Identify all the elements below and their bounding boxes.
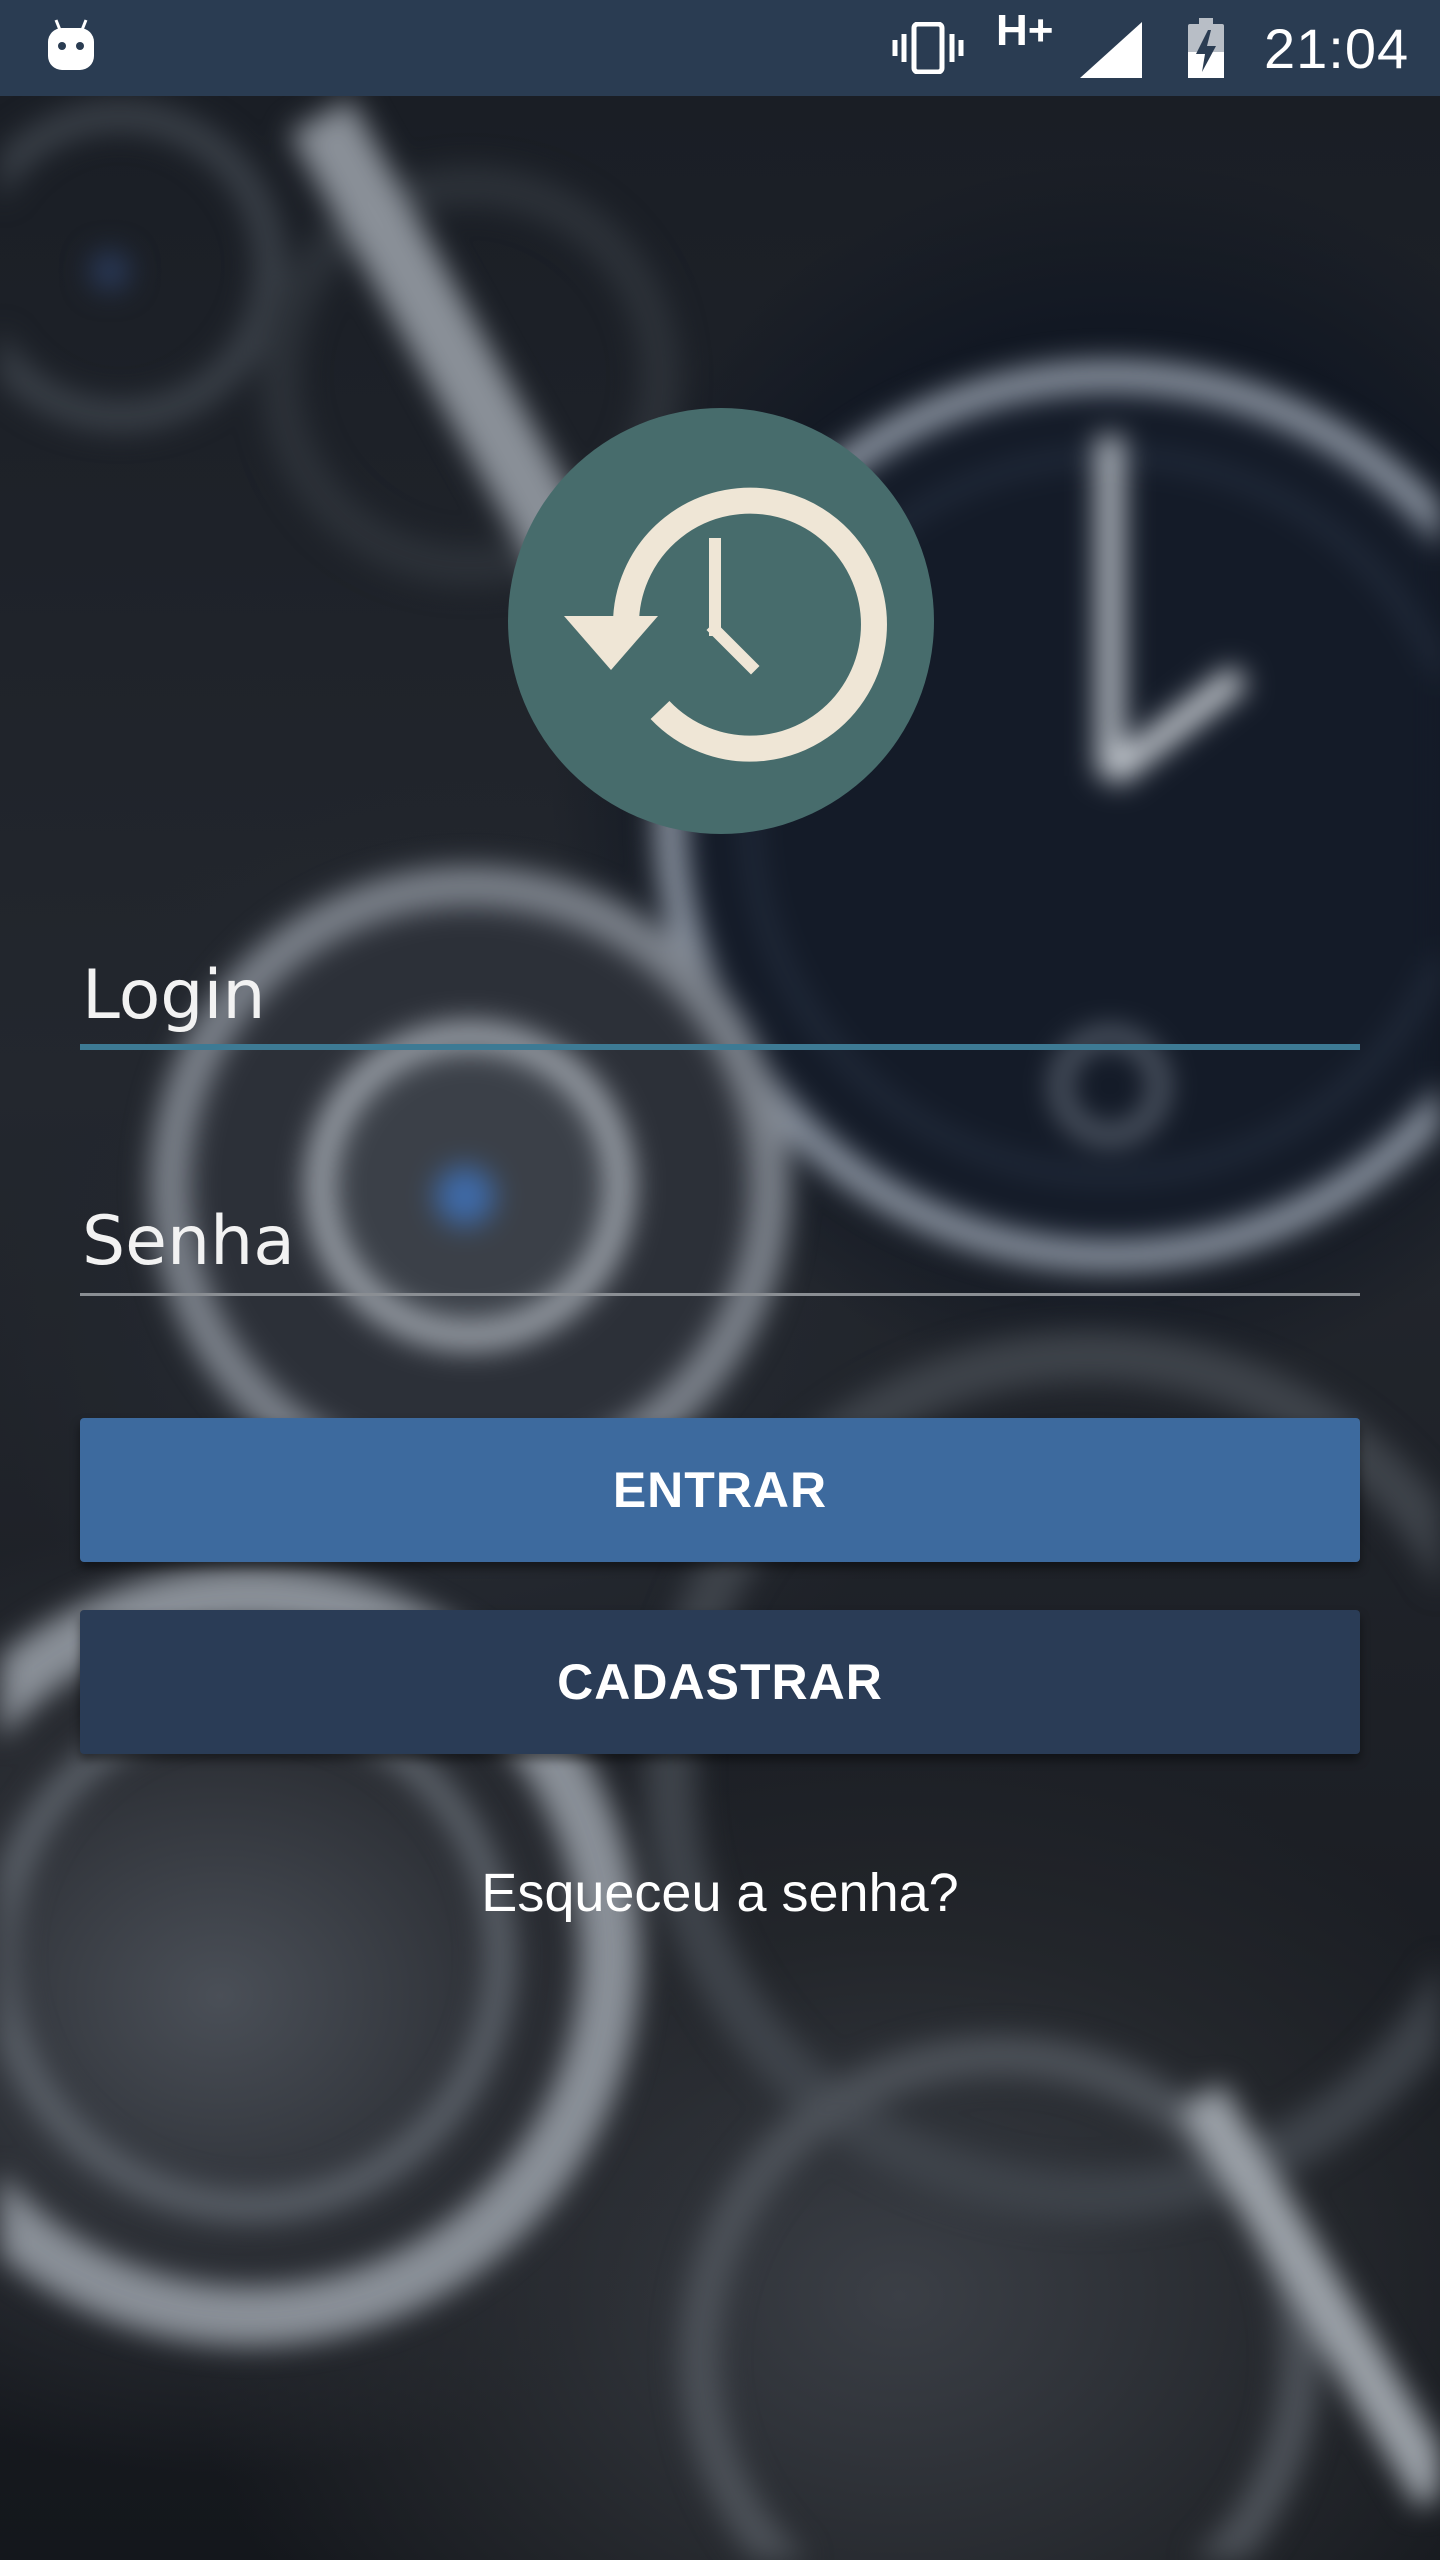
login-input[interactable] [80,950,1364,1040]
register-button[interactable]: CADASTRAR [80,1610,1360,1754]
app-logo [508,408,934,834]
login-screen: H+ 21:04 ENTRAR CADAS [0,0,1440,2560]
status-bar: H+ 21:04 [0,0,1440,96]
login-underline [80,1044,1360,1050]
login-button[interactable]: ENTRAR [80,1418,1360,1562]
history-clock-icon [564,487,887,762]
vibrate-icon [892,22,964,74]
password-underline [80,1293,1360,1296]
signal-icon [1080,22,1142,78]
forgot-password-link[interactable]: Esqueceu a senha? [0,1862,1440,1924]
password-field[interactable] [80,1196,1364,1296]
network-type-label: H+ [996,6,1054,55]
android-notification-icon [48,19,94,70]
battery-charging-icon [1188,18,1224,78]
password-input[interactable] [80,1196,1364,1286]
login-field[interactable] [80,950,1364,1050]
clock-time: 21:04 [1264,17,1410,80]
